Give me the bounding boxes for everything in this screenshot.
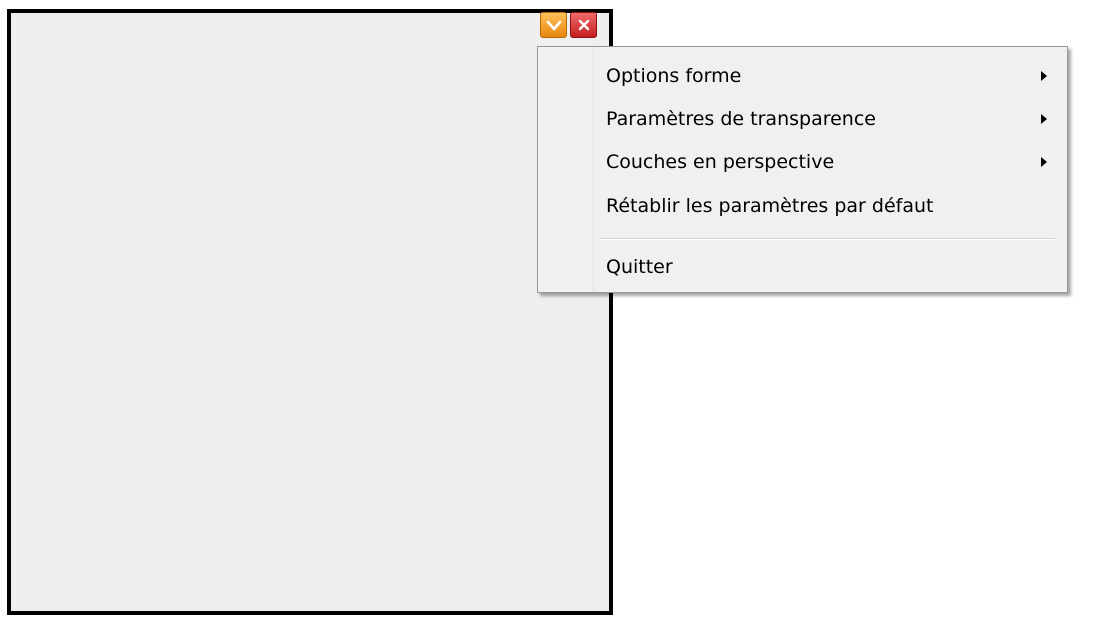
menu-item-label: Quitter bbox=[606, 256, 673, 278]
context-menu: Options forme Paramètres de transparence… bbox=[537, 46, 1068, 293]
submenu-arrow-icon bbox=[1041, 157, 1047, 167]
submenu-arrow-icon bbox=[1041, 114, 1047, 124]
close-button[interactable] bbox=[570, 12, 597, 38]
menu-item-couches-perspective[interactable]: Couches en perspective bbox=[538, 140, 1067, 184]
menu-item-options-forme[interactable]: Options forme bbox=[538, 54, 1067, 98]
close-icon bbox=[578, 19, 589, 31]
menu-item-parametres-transparence[interactable]: Paramètres de transparence bbox=[538, 97, 1067, 141]
menu-dropdown-icon bbox=[546, 20, 561, 31]
menu-item-label: Rétablir les paramètres par défaut bbox=[606, 195, 934, 217]
menu-item-retablir-defaut[interactable]: Rétablir les paramètres par défaut bbox=[538, 184, 1067, 228]
menu-item-quitter[interactable]: Quitter bbox=[538, 245, 1067, 289]
title-buttons bbox=[540, 12, 597, 38]
menu-dropdown-button[interactable] bbox=[540, 12, 567, 38]
menu-item-label: Paramètres de transparence bbox=[606, 108, 876, 130]
menu-item-label: Couches en perspective bbox=[606, 151, 835, 173]
menu-item-label: Options forme bbox=[606, 65, 742, 87]
submenu-arrow-icon bbox=[1041, 71, 1047, 81]
menu-separator bbox=[600, 238, 1055, 240]
shape-window[interactable] bbox=[7, 9, 613, 615]
